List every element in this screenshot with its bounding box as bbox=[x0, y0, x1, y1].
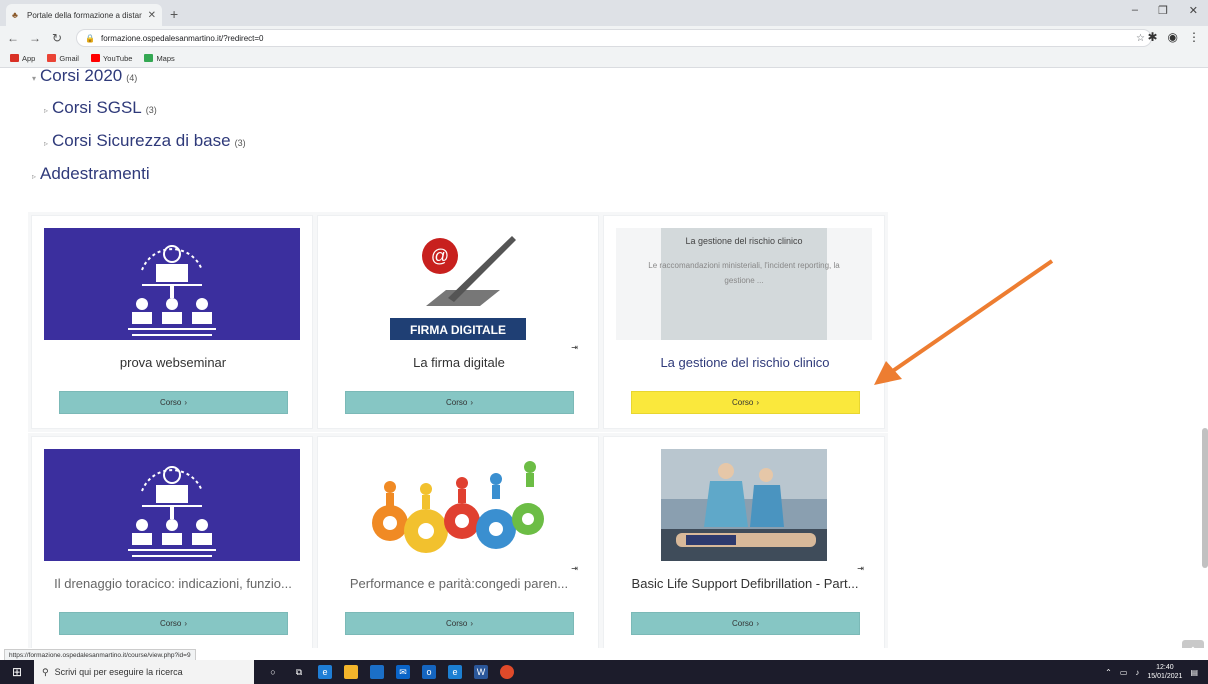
course-button[interactable]: Corso › bbox=[59, 391, 288, 414]
self-enrol-icon: ⇥ bbox=[857, 564, 864, 573]
chrome-icon[interactable] bbox=[500, 665, 514, 679]
tree-item-corsi-sicurezza[interactable]: ▹ Corsi Sicurezza di base (3) bbox=[44, 131, 246, 151]
lock-icon: 🔒 bbox=[85, 33, 95, 43]
bookmark-gmail[interactable]: Gmail bbox=[47, 54, 79, 63]
course-card: ⇥ Performance e parità:congedi paren... … bbox=[317, 436, 599, 648]
chevron-right-icon: › bbox=[470, 619, 473, 628]
profile-icon[interactable]: ◉ bbox=[1168, 30, 1178, 44]
search-placeholder: Scrivi qui per eseguire la ricerca bbox=[54, 667, 183, 677]
url-text: formazione.ospedalesanmartino.it/?redire… bbox=[100, 33, 264, 43]
forward-icon[interactable]: → bbox=[26, 31, 44, 45]
menu-icon[interactable]: ⋮ bbox=[1188, 30, 1200, 44]
collapsed-triangle-icon: ▹ bbox=[32, 172, 37, 181]
page-content: ▾ Corsi 2020 (4) ▹ Corsi SGSL (3) ▹ Cors… bbox=[0, 68, 1208, 648]
collapsed-triangle-icon: ▹ bbox=[44, 106, 49, 115]
image-subtitle: Le raccomandazioni ministeriali, l'incid… bbox=[648, 261, 840, 285]
maximize-icon[interactable]: ❐ bbox=[1158, 4, 1168, 17]
tree-item-corsi-2020[interactable]: ▾ Corsi 2020 (4) bbox=[32, 68, 137, 86]
annotation-arrow bbox=[874, 259, 1054, 385]
course-button[interactable]: Corso › bbox=[345, 391, 574, 414]
bookmark-star-icon[interactable]: ☆ bbox=[1136, 33, 1145, 44]
page-scrollbar[interactable] bbox=[1202, 428, 1208, 568]
course-card: La gestione del rischio clinico Le racco… bbox=[603, 215, 885, 429]
chevron-right-icon: › bbox=[756, 619, 759, 628]
nav-row: ← → ↻ 🔒 formazione.ospedalesanmartino.it… bbox=[0, 26, 1208, 50]
course-button[interactable]: Corso › bbox=[631, 612, 860, 635]
word-icon[interactable]: W bbox=[474, 665, 488, 679]
bls-image[interactable] bbox=[616, 449, 872, 561]
store-icon[interactable] bbox=[370, 665, 384, 679]
clock[interactable]: 12:40 15/01/2021 bbox=[1147, 663, 1182, 681]
maps-icon bbox=[144, 54, 154, 62]
search-icon: ⚲ bbox=[42, 666, 49, 677]
minimize-icon[interactable]: – bbox=[1132, 4, 1138, 16]
expanded-triangle-icon: ▾ bbox=[32, 74, 37, 83]
notifications-icon[interactable]: ▤ bbox=[1190, 668, 1198, 677]
ie-icon[interactable]: e bbox=[448, 665, 462, 679]
webinar-icon[interactable] bbox=[44, 228, 300, 340]
course-card: Il drenaggio toracico: indicazioni, funz… bbox=[31, 436, 313, 648]
chevron-right-icon: › bbox=[184, 619, 187, 628]
apps-grid-icon bbox=[10, 54, 19, 62]
youtube-icon bbox=[90, 54, 100, 62]
self-enrol-icon: ⇥ bbox=[571, 343, 578, 352]
gears-image[interactable] bbox=[330, 449, 586, 561]
course-button[interactable]: Corso › bbox=[59, 612, 288, 635]
chevron-right-icon: › bbox=[184, 398, 187, 407]
tree-item-addestramenti[interactable]: ▹ Addestramenti bbox=[32, 164, 150, 184]
network-icon[interactable]: ▭ bbox=[1120, 668, 1128, 677]
taskbar: ⊞ ⚲ Scrivi qui per eseguire la ricerca ○… bbox=[0, 660, 1208, 684]
tab-bar: ♣ Portale della formazione a distar ✕ + … bbox=[0, 0, 1208, 26]
extensions-icon[interactable]: ✱ bbox=[1147, 30, 1157, 44]
image-title: La gestione del rischio clinico bbox=[685, 236, 803, 246]
task-view-icon[interactable]: ⧉ bbox=[292, 665, 306, 679]
tab-title: Portale della formazione a distar bbox=[27, 10, 142, 20]
browser-tab[interactable]: ♣ Portale della formazione a distar ✕ bbox=[6, 4, 162, 26]
course-title[interactable]: La firma digitale bbox=[318, 355, 600, 370]
course-title[interactable]: Basic Life Support Defibrillation - Part… bbox=[604, 576, 886, 591]
close-tab-icon[interactable]: ✕ bbox=[148, 10, 156, 21]
svg-text:@: @ bbox=[431, 246, 449, 266]
bookmark-app[interactable]: App bbox=[10, 54, 35, 63]
reload-icon[interactable]: ↻ bbox=[48, 31, 66, 45]
scroll-to-top-button[interactable]: ⌃ bbox=[1182, 640, 1204, 648]
gmail-icon bbox=[47, 54, 57, 62]
course-title[interactable]: Il drenaggio toracico: indicazioni, funz… bbox=[32, 576, 314, 591]
course-card: FIRMA DIGITALE @ ⇥ La firma digitale Cor… bbox=[317, 215, 599, 429]
tray-chevron-icon[interactable]: ⌃ bbox=[1105, 668, 1112, 677]
edge-icon[interactable]: e bbox=[318, 665, 332, 679]
file-explorer-icon[interactable] bbox=[344, 665, 358, 679]
bookmark-youtube[interactable]: YouTube bbox=[90, 54, 132, 63]
address-bar[interactable]: 🔒 formazione.ospedalesanmartino.it/?redi… bbox=[76, 29, 1152, 47]
cortana-icon[interactable]: ○ bbox=[266, 665, 280, 679]
course-button[interactable]: Corso › bbox=[345, 612, 574, 635]
chevron-right-icon: › bbox=[756, 398, 759, 407]
bookmarks-bar: App Gmail YouTube Maps bbox=[0, 50, 175, 66]
course-title[interactable]: prova webseminar bbox=[32, 355, 314, 370]
tree-item-corsi-sgsl[interactable]: ▹ Corsi SGSL (3) bbox=[44, 98, 157, 118]
firma-digitale-label: FIRMA DIGITALE bbox=[410, 323, 506, 337]
new-tab-button[interactable]: + bbox=[170, 6, 178, 22]
course-title[interactable]: La gestione del rischio clinico bbox=[604, 355, 886, 370]
course-button[interactable]: Corso › bbox=[631, 391, 860, 414]
back-icon[interactable]: ← bbox=[4, 31, 22, 45]
course-card: prova webseminar Corso › bbox=[31, 215, 313, 429]
chevron-right-icon: › bbox=[470, 398, 473, 407]
self-enrol-icon: ⇥ bbox=[571, 564, 578, 573]
browser-chrome: ♣ Portale della formazione a distar ✕ + … bbox=[0, 0, 1208, 68]
close-window-icon[interactable]: ✕ bbox=[1189, 4, 1198, 17]
rischio-clinico-image[interactable]: La gestione del rischio clinico Le racco… bbox=[616, 228, 872, 340]
volume-icon[interactable]: ♪ bbox=[1135, 668, 1139, 677]
bookmark-maps[interactable]: Maps bbox=[144, 54, 175, 63]
course-title[interactable]: Performance e parità:congedi paren... bbox=[318, 576, 600, 591]
course-card: ⇥ Basic Life Support Defibrillation - Pa… bbox=[603, 436, 885, 648]
firma-digitale-image[interactable]: FIRMA DIGITALE @ bbox=[330, 228, 586, 340]
outlook-icon[interactable]: o bbox=[422, 665, 436, 679]
taskbar-search[interactable]: ⚲ Scrivi qui per eseguire la ricerca bbox=[34, 660, 254, 684]
webinar-icon[interactable] bbox=[44, 449, 300, 561]
mail-icon[interactable]: ✉ bbox=[396, 665, 410, 679]
windows-start-icon[interactable]: ⊞ bbox=[0, 660, 34, 684]
site-favicon-icon: ♣ bbox=[12, 10, 18, 20]
collapsed-triangle-icon: ▹ bbox=[44, 139, 49, 148]
